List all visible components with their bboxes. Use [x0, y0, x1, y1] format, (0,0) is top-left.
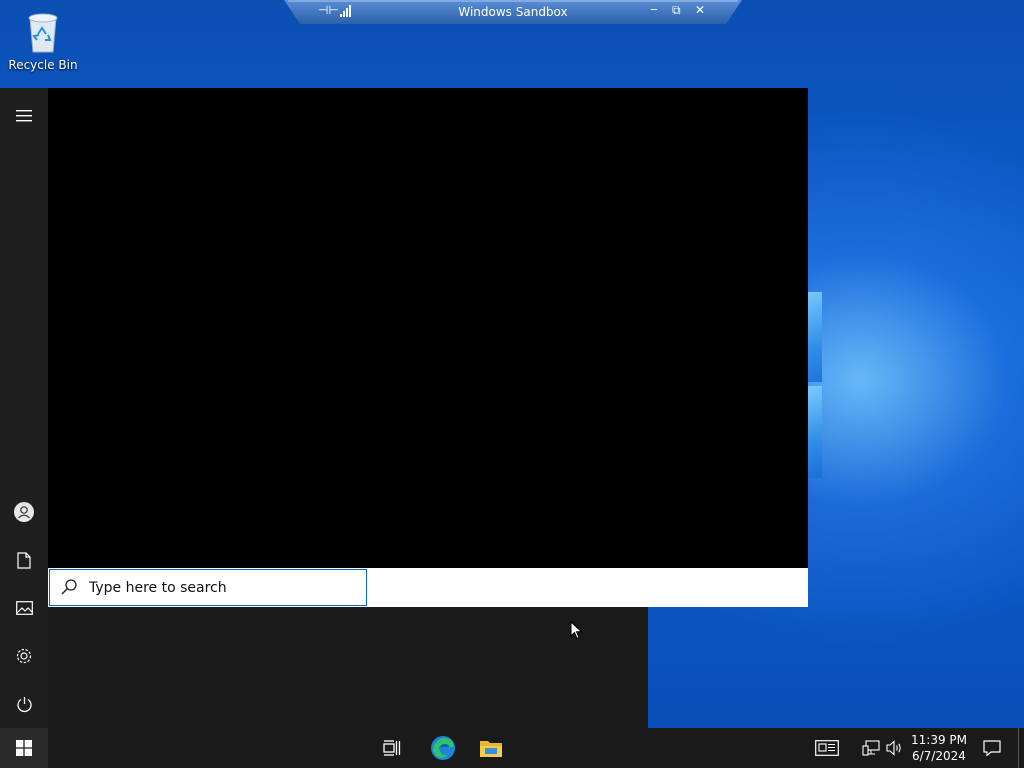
action-center-button[interactable] [976, 728, 1008, 768]
taskbar: 11:39 PM 6/7/2024 [0, 728, 1024, 768]
edge-icon [431, 736, 455, 760]
start-menu: Type here to search [0, 88, 808, 728]
recycle-bin-icon [28, 13, 58, 53]
search-placeholder: Type here to search [89, 580, 227, 596]
gear-icon [16, 648, 32, 664]
user-avatar-icon [14, 502, 34, 522]
close-icon[interactable]: ✕ [695, 3, 705, 17]
power-icon [16, 696, 32, 712]
search-icon [61, 579, 77, 595]
taskbar-clock[interactable]: 11:39 PM 6/7/2024 [908, 732, 970, 764]
expand-menu-button[interactable] [0, 96, 48, 136]
news-widget-button[interactable] [810, 728, 844, 768]
restore-icon[interactable]: ⧉ [672, 3, 681, 18]
start-lower-panel [48, 607, 648, 728]
network-icon [862, 740, 880, 756]
sandbox-connection-bar[interactable]: ⊣⊢ Windows Sandbox ‒ ⧉ ✕ [284, 0, 742, 24]
start-rail [0, 88, 48, 728]
pictures-icon [15, 601, 33, 615]
edge-button[interactable] [422, 728, 464, 768]
volume-icon [886, 740, 901, 756]
windows-icon [16, 740, 32, 756]
file-explorer-button[interactable] [470, 728, 512, 768]
windows-logo-pane [808, 386, 822, 478]
start-content-area [48, 88, 808, 568]
recycle-bin-label: Recycle Bin [8, 58, 78, 72]
pictures-button[interactable] [0, 588, 48, 628]
news-icon [815, 740, 839, 756]
settings-button[interactable] [0, 636, 48, 676]
clock-date: 6/7/2024 [912, 749, 966, 763]
notification-icon [983, 740, 1001, 756]
documents-button[interactable] [0, 540, 48, 580]
search-bar: Type here to search [48, 568, 808, 607]
network-button[interactable] [858, 728, 884, 768]
search-input[interactable]: Type here to search [49, 569, 367, 606]
task-view-icon [383, 740, 401, 756]
start-button[interactable] [0, 728, 48, 768]
show-desktop-button[interactable] [1018, 728, 1024, 768]
document-icon [17, 551, 31, 569]
task-view-button[interactable] [372, 728, 412, 768]
minimize-icon[interactable]: ‒ [650, 2, 658, 16]
hamburger-icon [16, 110, 32, 122]
clock-time: 11:39 PM [911, 733, 967, 747]
recycle-bin[interactable]: Recycle Bin [4, 6, 78, 78]
volume-button[interactable] [884, 728, 906, 768]
windows-logo-pane [808, 292, 822, 382]
power-button[interactable] [0, 684, 48, 724]
folder-icon [480, 741, 502, 757]
mouse-cursor-icon [570, 621, 583, 640]
user-account-button[interactable] [0, 492, 48, 532]
